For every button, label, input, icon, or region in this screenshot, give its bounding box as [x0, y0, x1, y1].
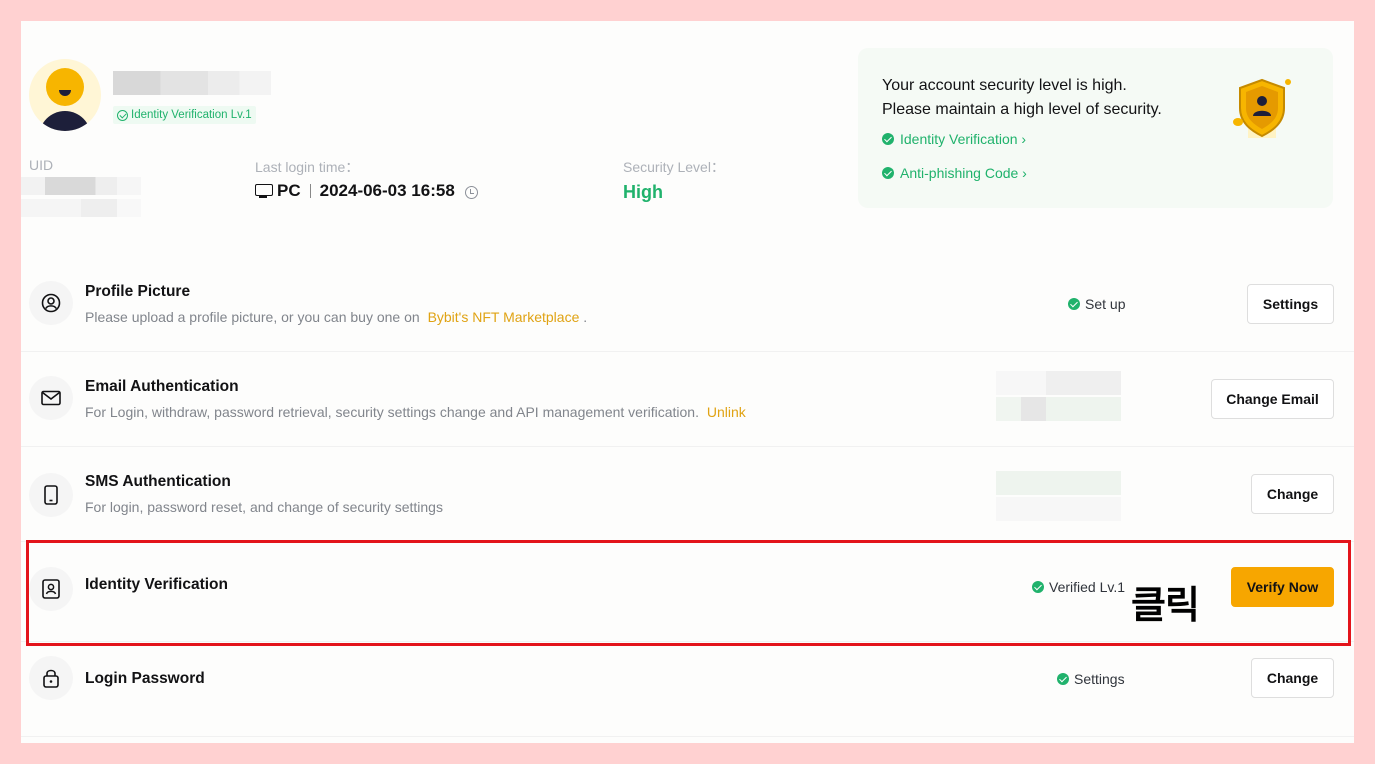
check-circle-icon: [882, 133, 894, 145]
check-circle-icon: [117, 109, 128, 121]
clock-icon[interactable]: [464, 185, 478, 199]
profile-settings-button[interactable]: Settings: [1247, 284, 1334, 324]
unlink-email-link[interactable]: Unlink: [707, 404, 746, 420]
last-login-value: PC 2024-06-03 16:58: [255, 181, 478, 201]
verify-now-button[interactable]: Verify Now: [1231, 567, 1334, 607]
status-label: Set up: [1085, 296, 1126, 312]
avatar-body: [39, 111, 91, 131]
row-description: Please upload a profile picture, or you …: [85, 309, 587, 325]
security-message-line1: Your account security level is high.: [882, 77, 1127, 94]
row-title: Identity Verification: [85, 576, 228, 593]
security-summary-panel: Your account security level is high. Ple…: [858, 48, 1333, 208]
user-circle-icon: [29, 281, 73, 325]
anti-phishing-link[interactable]: Anti-phishing Code ›: [882, 165, 1027, 181]
click-annotation: 클릭: [1131, 583, 1200, 627]
identity-badge-label: Identity Verification Lv.1: [131, 109, 252, 121]
avatar[interactable]: [29, 59, 101, 131]
change-sms-button[interactable]: Change: [1251, 474, 1334, 514]
id-card-icon: [29, 567, 73, 611]
check-circle-icon: [1068, 298, 1080, 310]
shield-illustration-icon: [1232, 76, 1296, 142]
row-title: Login Password: [85, 670, 205, 687]
check-circle-icon: [882, 167, 894, 179]
security-message-line2: Please maintain a high level of security…: [882, 101, 1162, 118]
last-login-label: Last login time：: [255, 159, 360, 175]
security-page: Identity Verification Lv.1 UID Last logi…: [21, 21, 1354, 743]
row-email-authentication: Email Authentication For Login, withdraw…: [21, 352, 1354, 447]
login-device: PC: [277, 181, 301, 200]
row-sms-authentication: SMS Authentication For login, password r…: [21, 447, 1354, 542]
row-description: For Login, withdraw, password retrieval,…: [85, 404, 746, 420]
row-title: Profile Picture: [85, 283, 191, 300]
lock-icon: [29, 656, 73, 700]
monitor-icon: [255, 184, 273, 198]
change-password-button[interactable]: Change: [1251, 658, 1334, 698]
envelope-icon: [29, 376, 73, 420]
row-description-text: For Login, withdraw, password retrieval,…: [85, 404, 699, 420]
status-label: Settings: [1074, 671, 1125, 687]
identity-verification-link-label: Identity Verification ›: [900, 131, 1027, 147]
security-level-label: Security Level：: [623, 159, 725, 175]
phone-value-blurred: [996, 471, 1121, 521]
identity-verification-link[interactable]: Identity Verification ›: [882, 131, 1026, 147]
divider: [309, 184, 311, 198]
uid-value-blurred: [21, 175, 141, 219]
row-profile-picture: Profile Picture Please upload a profile …: [21, 257, 1354, 352]
change-email-button[interactable]: Change Email: [1211, 379, 1334, 419]
email-value-blurred: [996, 371, 1121, 421]
status-label: Verified Lv.1: [1049, 579, 1126, 595]
nft-marketplace-link[interactable]: Bybit's NFT Marketplace: [428, 309, 580, 325]
avatar-head: [46, 68, 84, 106]
check-circle-icon: [1057, 673, 1069, 685]
identity-verification-badge: Identity Verification Lv.1: [113, 106, 256, 124]
check-circle-icon: [1032, 581, 1044, 593]
row-title: SMS Authentication: [85, 473, 231, 490]
phone-icon: [29, 473, 73, 517]
security-message: Your account security level is high. Ple…: [882, 74, 1162, 122]
status-badge: Settings: [1057, 671, 1125, 687]
login-time: 2024-06-03 16:58: [319, 181, 455, 200]
row-description-suffix: .: [583, 309, 588, 325]
uid-label: UID: [29, 157, 54, 173]
status-badge: Set up: [1068, 296, 1125, 312]
anti-phishing-link-label: Anti-phishing Code ›: [900, 165, 1027, 181]
row-login-password: Login Password Settings Change: [21, 642, 1354, 737]
row-description: For login, password reset, and change of…: [85, 499, 443, 515]
username-blurred: [113, 71, 271, 95]
status-badge: Verified Lv.1: [1032, 579, 1125, 595]
row-description-text: Please upload a profile picture, or you …: [85, 309, 420, 325]
row-title: Email Authentication: [85, 378, 239, 395]
security-level-value: High: [623, 182, 663, 202]
